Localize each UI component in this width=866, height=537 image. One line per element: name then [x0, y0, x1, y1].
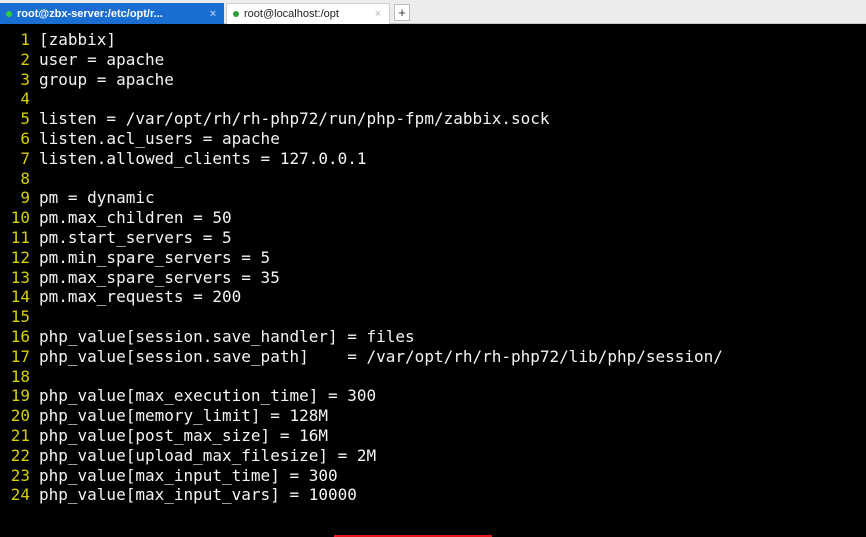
editor-line: 2 user = apache	[0, 50, 164, 70]
line-text: pm.min_spare_servers = 5	[39, 247, 271, 267]
line-number: 5	[20, 109, 30, 129]
editor-line: 11 pm.start_servers = 5	[0, 228, 232, 248]
line-text: php_value[session.save_path] = /var/opt/…	[39, 346, 723, 366]
line-number: 10	[10, 208, 30, 228]
editor-line: 12 pm.min_spare_servers = 5	[0, 248, 270, 268]
line-number: 24	[10, 485, 30, 505]
editor-line: 17 php_value[session.save_path] = /var/op…	[0, 347, 723, 367]
tab-localhost[interactable]: root@localhost:/opt ×	[226, 3, 390, 24]
editor-line: 7 listen.allowed_clients = 127.0.0.1	[0, 148, 367, 169]
line-text: pm.max_requests = 200	[39, 287, 242, 307]
line-number: 20	[10, 406, 30, 426]
line-number: 22	[10, 445, 30, 465]
line-number: 4	[20, 89, 30, 109]
line-number: 16	[10, 327, 30, 346]
line-text: php_value[memory_limit] = 128M	[39, 406, 328, 426]
terminal-window: root@zbx-server:/etc/opt/r... × root@loc…	[0, 0, 866, 537]
line-text: php_value[upload_max_filesize] = 2M	[39, 445, 377, 465]
tab-zbx-server[interactable]: root@zbx-server:/etc/opt/r... ×	[0, 3, 224, 24]
editor-line: 16 php_value[session.save_handler] = file…	[0, 327, 415, 347]
line-text: php_value[session.save_handler] = files	[39, 327, 415, 346]
editor-line: 8	[0, 169, 39, 189]
editor-line: 3 group = apache	[0, 70, 174, 90]
terminal-editor[interactable]: 24 php_value[max_input_vars] = 10000 23 php…	[0, 25, 866, 537]
editor-line: 20 php_value[memory_limit] = 128M	[0, 406, 328, 426]
line-text: pm.max_children = 50	[39, 208, 232, 228]
line-number: 14	[10, 287, 30, 307]
editor-line: 15	[0, 307, 39, 327]
line-number: 2	[20, 49, 30, 69]
editor-line: 4	[0, 89, 39, 109]
tab-bar: root@zbx-server:/etc/opt/r... × root@loc…	[0, 0, 866, 24]
line-text: php_value[max_input_time] = 300	[39, 465, 338, 485]
editor-line: 5 listen = /var/opt/rh/rh-php72/run/php-f…	[0, 109, 550, 129]
line-text: listen.allowed_clients = 127.0.0.1	[39, 148, 367, 168]
line-number: 18	[10, 366, 30, 386]
line-number: 12	[10, 247, 30, 267]
editor-line: 14 pm.max_requests = 200	[0, 287, 242, 307]
line-text: php_value[max_execution_time] = 300	[39, 386, 377, 406]
line-number: 13	[10, 267, 30, 287]
line-number: 23	[10, 465, 30, 485]
close-icon[interactable]: ×	[206, 8, 220, 20]
line-number: 6	[20, 129, 30, 148]
editor-line: 10 pm.max_children = 50	[0, 208, 232, 228]
connected-status-icon	[6, 10, 12, 17]
editor-line: 9 pm = dynamic	[0, 188, 155, 208]
close-icon[interactable]: ×	[371, 8, 385, 20]
editor-line: 23 php_value[max_input_time] = 300	[0, 466, 338, 486]
tab-title: root@zbx-server:/etc/opt/r...	[17, 7, 163, 20]
line-text: listen.acl_users = apache	[39, 129, 280, 148]
line-number: 7	[20, 148, 30, 168]
editor-line: 1 [zabbix]	[0, 30, 116, 50]
line-number: 8	[20, 168, 30, 188]
editor-line: 6 listen.acl_users = apache	[0, 129, 280, 149]
line-number: 11	[10, 228, 30, 247]
editor-line: 19 php_value[max_execution_time] = 300	[0, 386, 376, 406]
line-number: 15	[10, 307, 30, 327]
line-text: pm.start_servers = 5	[39, 228, 232, 247]
editor-line: 24 php_value[max_input_vars] = 10000	[0, 485, 357, 505]
line-number: 3	[20, 69, 30, 89]
editor-line: 22 php_value[upload_max_filesize] = 2M	[0, 446, 376, 466]
line-text: listen = /var/opt/rh/rh-php72/run/php-fp…	[39, 109, 550, 129]
connected-status-icon	[233, 11, 239, 17]
line-text: php_value[max_input_vars] = 10000	[39, 485, 357, 505]
tab-title: root@localhost:/opt	[244, 8, 339, 20]
new-tab-button[interactable]: +	[394, 4, 410, 21]
editor-line: 21 php_value[post_max_size] = 16M	[0, 426, 328, 446]
line-text: php_value[post_max_size] = 16M	[39, 426, 328, 445]
editor-line: 13 pm.max_spare_servers = 35	[0, 268, 280, 288]
line-text: group = apache	[39, 69, 174, 89]
line-number: 19	[10, 386, 30, 406]
line-number: 1	[20, 30, 30, 49]
line-text: pm.max_spare_servers = 35	[39, 267, 280, 287]
editor-line: 18	[0, 367, 39, 387]
line-number: 9	[20, 188, 30, 208]
line-text: user = apache	[39, 49, 165, 69]
line-text: [zabbix]	[39, 30, 117, 49]
line-text: pm = dynamic	[39, 188, 155, 208]
line-number: 21	[10, 426, 30, 445]
line-number: 17	[10, 346, 30, 366]
